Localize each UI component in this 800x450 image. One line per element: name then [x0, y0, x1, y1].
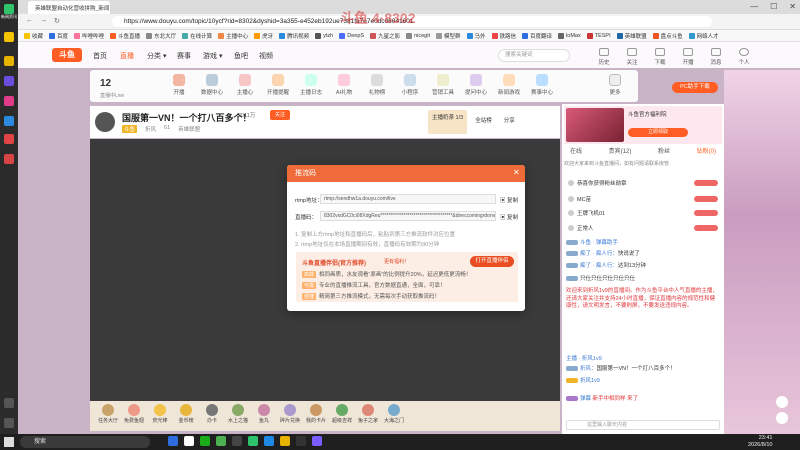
bookmark-item[interactable]: 虎牙: [254, 32, 273, 40]
taskbar-app-icon[interactable]: [280, 436, 290, 446]
bookmarks-bar: 收藏 百度 哔哩哔哩 斗鱼直播 东北大厅 在线计算 主播中心 虎牙 腾讯视频 y…: [18, 30, 800, 42]
promo-row: 高效 相同画质，水友观看“原画”的比例提升20%，延迟更低更流畅！: [302, 270, 472, 278]
extension-icon[interactable]: [4, 134, 14, 144]
taskbar-app-icon[interactable]: [296, 436, 306, 446]
taskbar-app-icon[interactable]: [232, 436, 242, 446]
bookmark-item[interactable]: 收藏: [24, 32, 43, 40]
bookmark-item[interactable]: 斗鱼直播: [110, 32, 140, 40]
system-clock[interactable]: 23:41 2026/8/10: [748, 435, 772, 449]
copy-icon: ▣: [500, 198, 508, 204]
settings-icon[interactable]: [4, 418, 14, 428]
game-icon[interactable]: [4, 154, 14, 164]
rtmp-field[interactable]: rtmp://sendhw1a.douyu.com/live: [320, 194, 496, 204]
bookmark-item[interactable]: 腾讯视频: [279, 32, 309, 40]
bookmark-item[interactable]: nicegit: [406, 32, 430, 39]
open-companion-button[interactable]: 打开直播伴侣: [470, 256, 514, 267]
forward-icon[interactable]: →: [40, 17, 47, 24]
promo-subtitle: 更有福利！: [384, 259, 410, 265]
dialog-close-button[interactable]: ✕: [513, 168, 520, 177]
bookmark-item[interactable]: 百度翻译: [522, 32, 552, 40]
rail-badge: 新闻资讯: [1, 14, 17, 19]
minimize-button[interactable]: —: [750, 2, 758, 11]
back-icon[interactable]: ←: [26, 17, 33, 24]
bookmark-item[interactable]: TESPI: [586, 32, 611, 39]
taskbar-app-icon[interactable]: [312, 436, 322, 446]
app-icon[interactable]: [4, 4, 14, 14]
taskbar-app-icon[interactable]: [168, 436, 178, 446]
copy-rtmp-button[interactable]: ▣ 复制: [500, 196, 518, 204]
close-button[interactable]: ✕: [789, 2, 796, 11]
dialog-title: 推流码: [287, 165, 525, 182]
bookmark-item[interactable]: 东北大厅: [146, 32, 176, 40]
watermark: 斗鱼 4·8302: [340, 10, 416, 26]
bookmark-item[interactable]: 网络人才: [688, 32, 719, 40]
dialog-note: 2. rtmp地址仅在本场直播期间有效，直播码有效期为90分钟: [295, 242, 440, 248]
bookmark-item[interactable]: 主播中心: [218, 32, 248, 40]
bookmark-item[interactable]: 模型群: [435, 32, 461, 40]
copy-icon: ▣: [500, 215, 508, 221]
sidebar-rail: 新闻资讯: [0, 0, 18, 434]
browser-tab[interactable]: 英雄联盟自动化营收拼购_新闻…: [28, 1, 110, 14]
promo-row: 便捷 精简第三方推流模式，无需每次手动获取推流码！: [302, 292, 441, 300]
bookmark-item[interactable]: 铁路信: [491, 32, 516, 40]
ai-icon[interactable]: [4, 116, 14, 126]
promo-row: 可靠 专业的直播推流工具，官方数据直通，全面，可靠！: [302, 281, 446, 289]
bookmark-item[interactable]: DeepS: [339, 32, 364, 39]
maximize-button[interactable]: ☐: [770, 2, 777, 11]
dialog-note: 1. 复制上方rtmp地址和直播码后，粘贴到第三方推流软件对应位置: [295, 232, 456, 238]
taskbar-app-icon[interactable]: [216, 436, 226, 446]
bookmark-item[interactable]: 盘点斗鱼: [652, 32, 683, 40]
tab-title: 英雄联盟自动化营收拼购_新闻…: [35, 5, 110, 12]
taskbar-app-icon[interactable]: [184, 436, 194, 446]
bookmark-item[interactable]: 百度: [49, 32, 68, 40]
bookmark-item[interactable]: loMax: [558, 32, 581, 39]
refresh-icon[interactable]: ↻: [54, 17, 60, 25]
extension-icon[interactable]: [4, 96, 14, 106]
rtmp-label: rtmp地址：: [295, 198, 323, 204]
bookmark-item[interactable]: 马外: [466, 32, 486, 40]
bookmark-item[interactable]: 在线计算: [182, 32, 212, 40]
extension-icon[interactable]: [4, 76, 14, 86]
taskbar-app-icon[interactable]: [264, 436, 274, 446]
bookmark-item[interactable]: ytzh: [315, 32, 333, 39]
taskbar-app-icon[interactable]: [248, 436, 258, 446]
bookmark-item[interactable]: 英雄联盟: [616, 32, 647, 40]
key-label: 直播码：: [295, 215, 318, 221]
star-icon[interactable]: [4, 32, 14, 42]
stream-key-field[interactable]: 8302vxdGC0ci08XdgReu********************…: [320, 211, 496, 221]
bookmark-item[interactable]: 九星之影: [370, 32, 400, 40]
start-icon[interactable]: [4, 437, 14, 447]
copy-key-button[interactable]: ▣ 复制: [500, 213, 518, 221]
taskbar-search[interactable]: 搜索: [20, 436, 150, 448]
add-icon[interactable]: [4, 398, 14, 408]
folder-icon[interactable]: [4, 56, 14, 66]
window-controls: — ☐ ✕: [750, 2, 796, 11]
promo-title: 斗鱼直播伴侣(官方推荐): [302, 261, 366, 267]
bookmark-item[interactable]: 哔哩哔哩: [74, 32, 104, 40]
taskbar-app-icon[interactable]: [200, 436, 210, 446]
